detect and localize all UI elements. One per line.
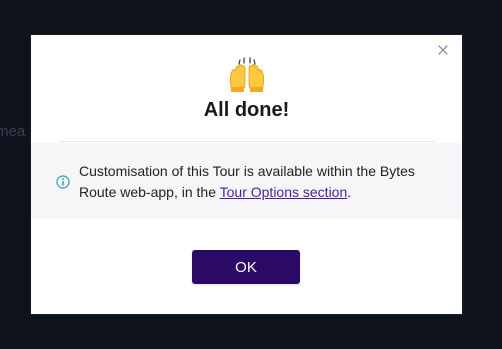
tour-complete-dialog: All done! Customisation of this Tour is … — [31, 35, 462, 314]
divider — [59, 141, 436, 142]
raising-hands-icon — [31, 57, 462, 93]
info-text: Customisation of this Tour is available … — [79, 161, 429, 203]
ok-button[interactable]: OK — [192, 250, 300, 284]
info-message-box: Customisation of this Tour is available … — [31, 143, 462, 219]
close-icon[interactable] — [435, 42, 451, 58]
info-icon — [56, 175, 70, 189]
background-partial-text: mea — [0, 123, 26, 140]
tour-options-link[interactable]: Tour Options section — [220, 184, 348, 200]
dialog-title: All done! — [203, 99, 290, 121]
info-text-after-link: . — [347, 184, 352, 200]
